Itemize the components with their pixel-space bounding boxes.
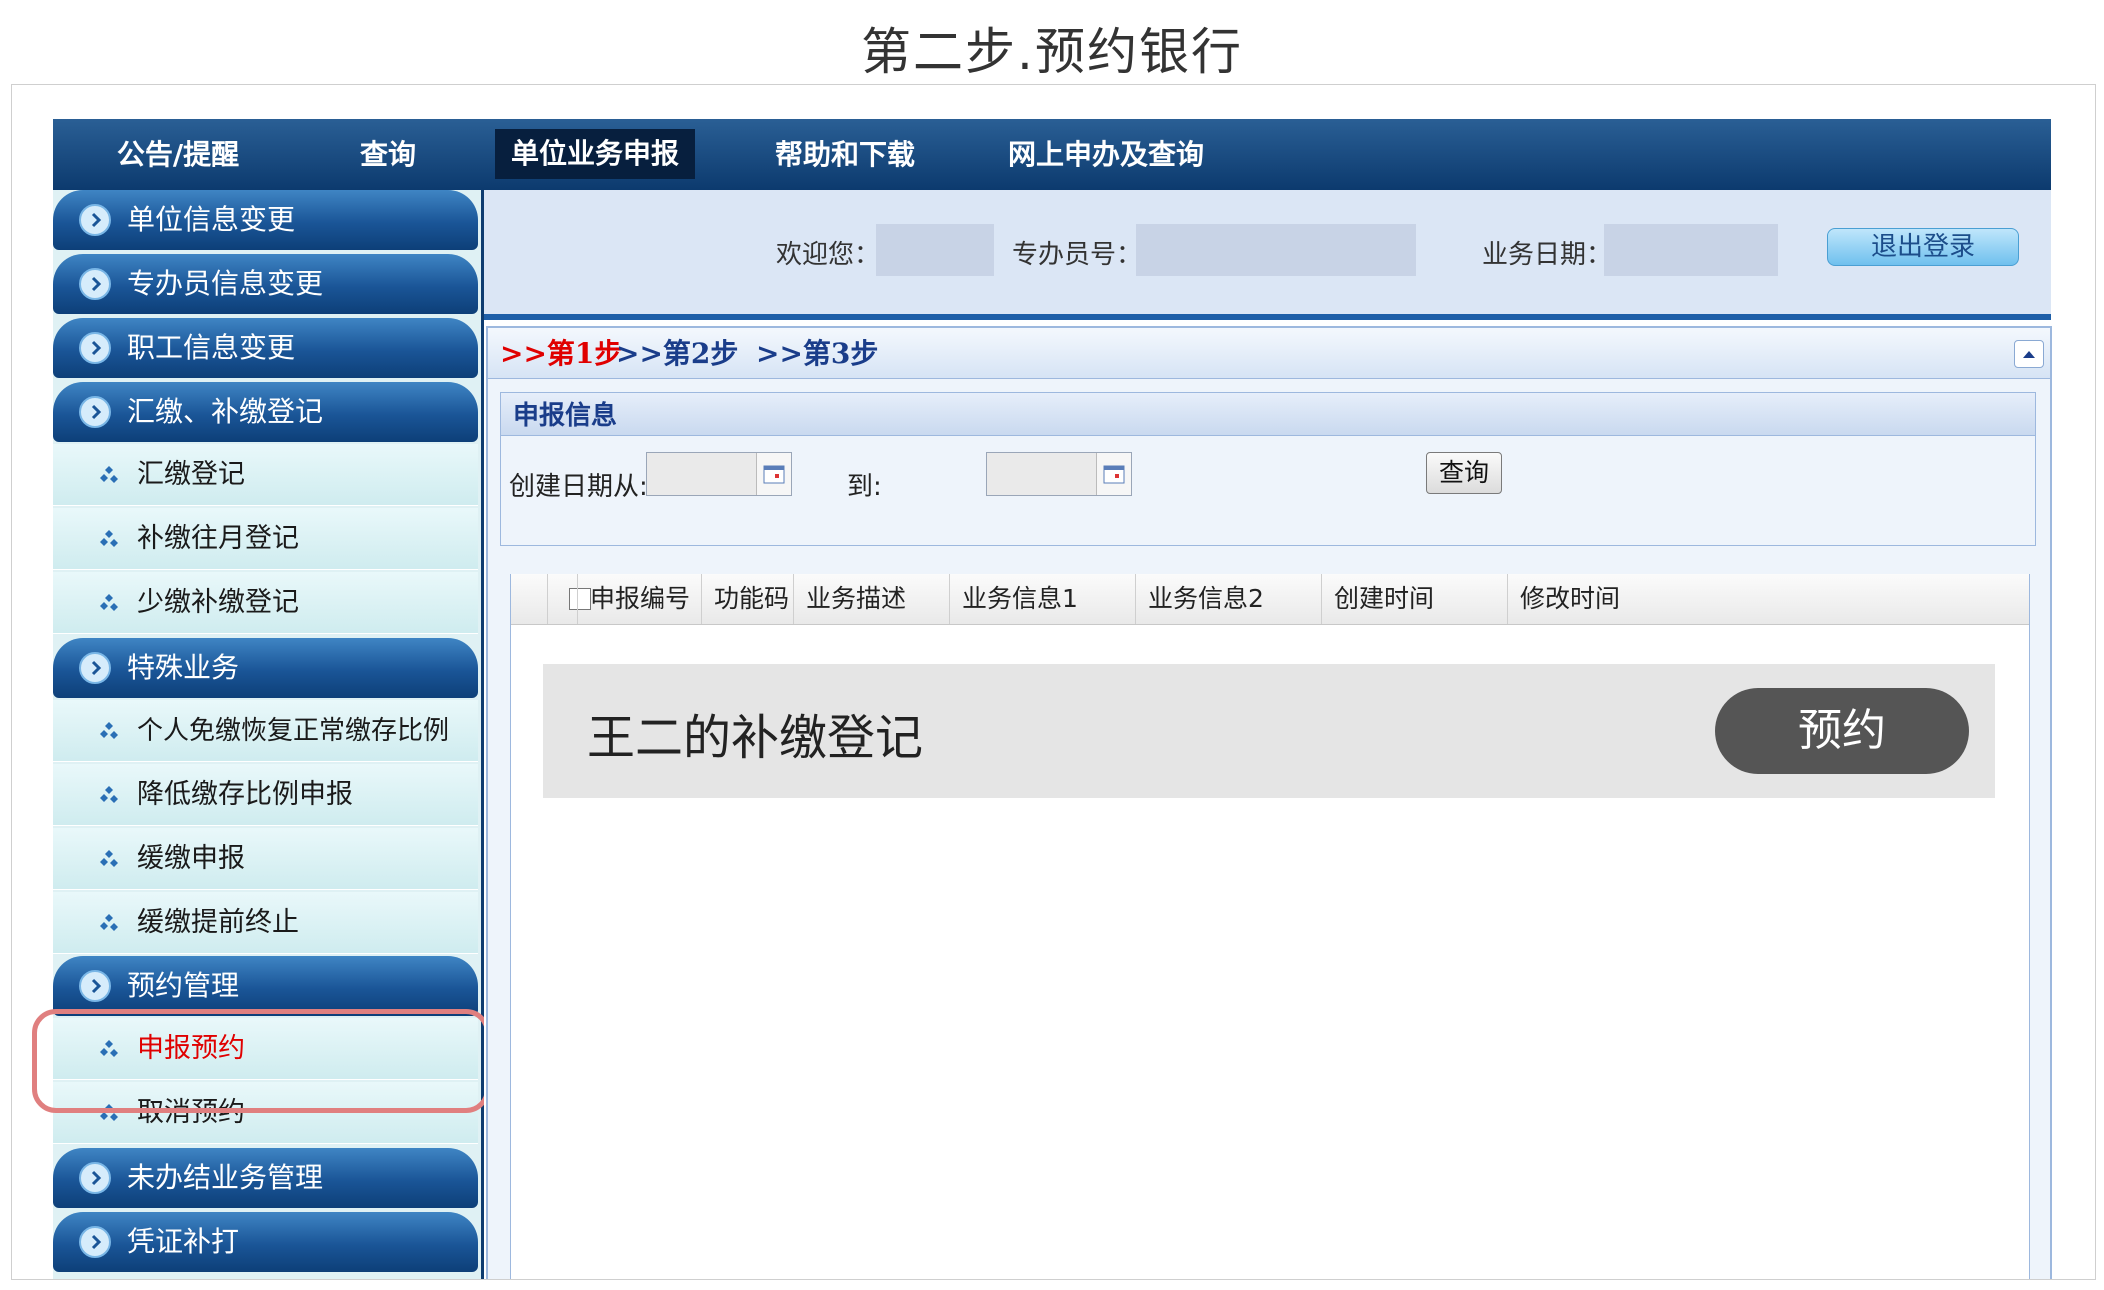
column-header: 功能码 [701, 574, 793, 624]
sidebar-group-unit-info[interactable]: 单位信息变更 [53, 190, 478, 250]
agent-no-value [1136, 224, 1416, 276]
sidebar-item-remittance[interactable]: 汇缴登记 [53, 444, 478, 506]
column-header: 修改时间 [1507, 574, 1639, 624]
date-to-label: 到: [847, 472, 882, 502]
diamond-bullet-icon [100, 530, 118, 547]
sidebar-group-special-business[interactable]: 特殊业务 [53, 638, 478, 698]
business-date-label: 业务日期： [1482, 240, 1613, 270]
chevron-right-icon [79, 396, 111, 428]
main-content: 欢迎您： 专办员号： 业务日期： 退出登录 >>第1步 >>第2步 >>第3步 … [484, 190, 2052, 1279]
date-filter: 创建日期从: 到: 查询 [500, 436, 2036, 546]
column-header: 申报编号 [577, 574, 701, 624]
nav-item-online-service[interactable]: 网上申办及查询 [1001, 119, 1211, 190]
top-nav: 公告/提醒 查询 单位业务申报 帮助和下载 网上申办及查询 [53, 119, 2051, 190]
welcome-label: 欢迎您： [776, 240, 881, 270]
date-from-label: 创建日期从: [509, 472, 648, 502]
diamond-bullet-icon [100, 594, 118, 611]
sidebar-item-deferral[interactable]: 缓缴申报 [53, 828, 478, 890]
nav-item-unit-business[interactable]: 单位业务申报 [495, 129, 695, 179]
user-info-bar: 欢迎您： 专办员号： 业务日期： 退出登录 [484, 190, 2051, 320]
sidebar-group-label: 凭证补打 [127, 1225, 240, 1258]
table-header: 申报编号 功能码 业务描述 业务信息1 业务信息2 创建时间 修改时间 [511, 574, 2029, 625]
calendar-icon[interactable] [756, 453, 791, 495]
sidebar: 单位信息变更 专办员信息变更 职工信息变更 汇缴、补缴登记 汇缴登记 补缴往月登… [53, 190, 484, 1279]
sidebar-item-underpayment[interactable]: 少缴补缴登记 [53, 572, 478, 634]
nav-item-help-download[interactable]: 帮助和下载 [765, 119, 925, 190]
app-window: 公告/提醒 查询 单位业务申报 帮助和下载 网上申办及查询 单位信息变更 专办员… [11, 84, 2096, 1280]
step-3: >>第3步 [756, 337, 879, 370]
chevron-right-icon [79, 204, 111, 236]
record-title: 王二的补缴登记 [587, 710, 924, 766]
sidebar-group-label: 特殊业务 [127, 651, 240, 684]
diamond-bullet-icon [100, 850, 118, 867]
chevron-right-icon [79, 1226, 111, 1258]
step-1: >>第1步 [500, 337, 623, 370]
column-header: 业务描述 [793, 574, 949, 624]
diamond-bullet-icon [100, 786, 118, 803]
diamond-bullet-icon [100, 466, 118, 483]
sidebar-group-label: 专办员信息变更 [127, 267, 324, 300]
calendar-icon[interactable] [1096, 453, 1131, 495]
sidebar-item-restore-ratio[interactable]: 个人免缴恢复正常缴存比例 [53, 700, 478, 762]
diamond-bullet-icon [100, 722, 118, 739]
business-date-value [1604, 224, 1778, 276]
chevron-right-icon [79, 970, 111, 1002]
column-header: 业务信息2 [1135, 574, 1321, 624]
step-indicator: >>第1步 >>第2步 >>第3步 [488, 328, 2050, 379]
sidebar-group-label: 汇缴、补缴登记 [127, 395, 324, 428]
sidebar-group-reservation[interactable]: 预约管理 [53, 956, 478, 1016]
sidebar-item-deferral-termination[interactable]: 缓缴提前终止 [53, 892, 478, 954]
reserve-button[interactable]: 预约 [1715, 688, 1969, 774]
sidebar-group-label: 预约管理 [127, 969, 240, 1002]
chevron-right-icon [79, 268, 111, 300]
chevron-right-icon [79, 1162, 111, 1194]
sidebar-group-voucher-reprint[interactable]: 凭证补打 [53, 1212, 478, 1272]
sidebar-item-label: 缓缴申报 [137, 843, 245, 874]
sidebar-group-label: 未办结业务管理 [127, 1161, 324, 1194]
sidebar-group-label: 职工信息变更 [127, 331, 296, 364]
sidebar-item-lower-ratio[interactable]: 降低缴存比例申报 [53, 764, 478, 826]
sidebar-group-employee-info[interactable]: 职工信息变更 [53, 318, 478, 378]
sidebar-item-label: 补缴往月登记 [137, 523, 299, 554]
column-header: 业务信息1 [949, 574, 1135, 624]
nav-item-query[interactable]: 查询 [355, 119, 421, 190]
section-title: 申报信息 [500, 392, 2036, 436]
sidebar-group-agent-info[interactable]: 专办员信息变更 [53, 254, 478, 314]
logout-button[interactable]: 退出登录 [1827, 228, 2019, 266]
diamond-bullet-icon [100, 914, 118, 931]
column-header: 创建时间 [1321, 574, 1507, 624]
record-card: 王二的补缴登记 预约 [543, 664, 1995, 798]
collapse-button[interactable] [2014, 340, 2044, 368]
sidebar-item-label: 少缴补缴登记 [137, 587, 299, 618]
sidebar-item-label: 缓缴提前终止 [137, 907, 299, 938]
nav-item-announcements[interactable]: 公告/提醒 [113, 119, 243, 190]
highlight-annotation [32, 1009, 490, 1113]
chevron-right-icon [79, 332, 111, 364]
chevron-up-icon [2023, 351, 2035, 358]
step-2: >>第2步 [616, 337, 739, 370]
agent-no-label: 专办员号： [1012, 240, 1143, 270]
sidebar-group-payment-registration[interactable]: 汇缴、补缴登记 [53, 382, 478, 442]
chevron-right-icon [79, 652, 111, 684]
report-panel: >>第1步 >>第2步 >>第3步 申报信息 创建日期从: 到: 查询 申报编号… [486, 326, 2052, 1279]
sidebar-item-label: 个人免缴恢复正常缴存比例 [137, 716, 450, 746]
sidebar-item-back-payment-months[interactable]: 补缴往月登记 [53, 508, 478, 570]
report-table: 申报编号 功能码 业务描述 业务信息1 业务信息2 创建时间 修改时间 王二的补… [510, 574, 2030, 1279]
sidebar-item-label: 降低缴存比例申报 [137, 779, 353, 810]
welcome-value [876, 224, 994, 276]
sidebar-group-label: 单位信息变更 [127, 203, 296, 236]
sidebar-item-label: 汇缴登记 [137, 459, 245, 490]
page-title: 第二步.预约银行 [861, 23, 1243, 81]
query-button[interactable]: 查询 [1426, 452, 1502, 494]
sidebar-group-unfinished-business[interactable]: 未办结业务管理 [53, 1148, 478, 1208]
